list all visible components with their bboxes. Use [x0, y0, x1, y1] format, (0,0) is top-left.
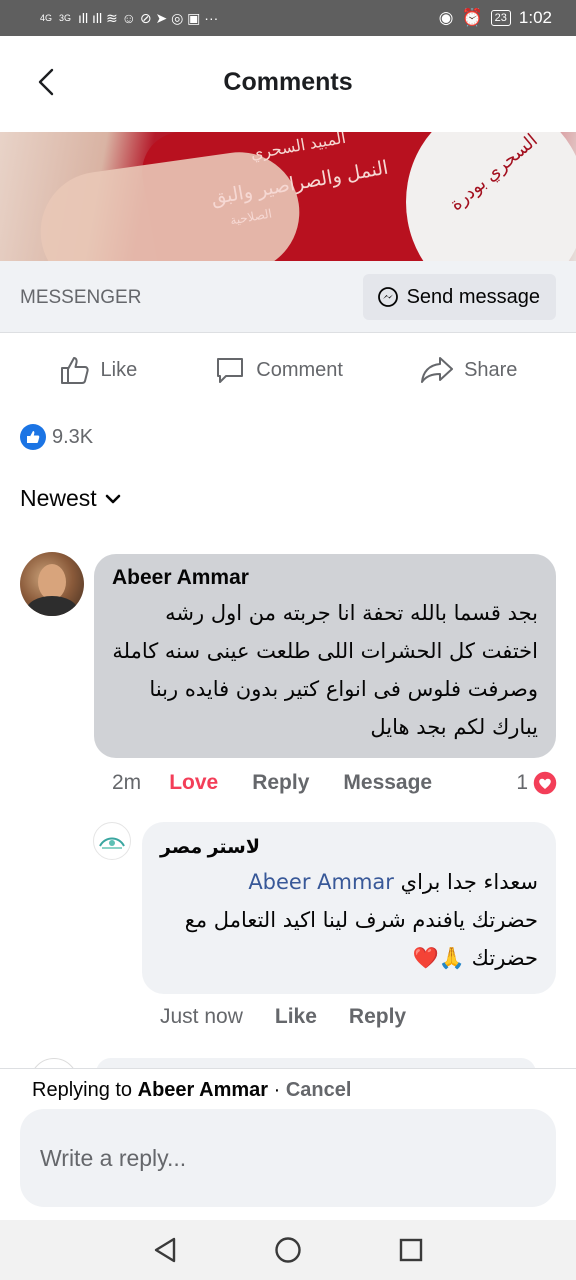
sort-label: Newest — [20, 485, 97, 511]
reply-composer: Replying to Abeer Ammar · Cancel — [0, 1068, 576, 1220]
messenger-row: MESSENGER Send message — [0, 261, 576, 333]
recents-square-icon[interactable] — [398, 1237, 424, 1263]
post-image[interactable]: المبيد السحري النمل والصراصير والبق الصل… — [0, 132, 576, 261]
eye-icon: ◉ — [438, 8, 454, 27]
alarm-icon: ⏰ — [461, 8, 483, 27]
replying-separator: · — [273, 1079, 281, 1101]
status-notification-icons: ıll ıll ≋ ☺ ⊘ ➤ ◎ ▣ ··· — [78, 9, 219, 26]
comment-meta: 2m Love Reply Message 1 — [112, 770, 558, 796]
reply-mention[interactable]: Abeer Ammar — [248, 870, 394, 894]
page-avatar[interactable] — [93, 822, 131, 860]
love-button[interactable]: Love — [169, 771, 218, 795]
reply-author[interactable]: لاستر مصر — [160, 836, 538, 859]
avatar-face — [38, 564, 66, 600]
comment-reaction-count[interactable]: 1 — [516, 770, 558, 796]
home-circle-icon[interactable] — [274, 1236, 302, 1264]
message-button[interactable]: Message — [343, 771, 432, 795]
share-icon — [421, 357, 454, 383]
reply-button[interactable]: Reply — [252, 771, 309, 795]
reply-time: Just now — [160, 1005, 243, 1028]
reply-meta: Just now Like Reply — [160, 1005, 406, 1029]
battery-icon: 23 — [490, 10, 511, 26]
clock-time: 1:02 — [518, 8, 552, 27]
status-right-icons: ◉ ⏰ 23 1:02 — [439, 8, 552, 28]
hand-shape — [32, 144, 308, 261]
reaction-summary[interactable]: 9.3K — [20, 424, 93, 450]
share-action-button[interactable]: Share — [420, 354, 517, 386]
thumbs-up-icon — [60, 357, 89, 384]
product-lid — [406, 132, 576, 261]
sort-dropdown[interactable]: Newest — [20, 485, 121, 512]
page-title: Comments — [223, 68, 353, 96]
reply-text-line1: سعداء جدا براي — [400, 870, 538, 894]
reply-input[interactable] — [20, 1109, 556, 1207]
reply-text-rest: حضرتك يافندم شرف لينا اكيد التعامل مع حض… — [184, 908, 538, 970]
send-message-button[interactable]: Send message — [362, 274, 556, 320]
reaction-count-value: 1 — [516, 771, 528, 794]
reply-emoji: 🙏❤️ — [412, 946, 465, 970]
reply-text: سعداء جدا براي Abeer Ammar حضرتك يافندم … — [160, 863, 538, 977]
comment-icon — [217, 358, 244, 383]
network-4g-label: 4G — [40, 13, 53, 23]
send-message-label: Send message — [406, 285, 540, 308]
cancel-reply-button[interactable]: Cancel — [286, 1079, 352, 1101]
system-nav-bar — [0, 1220, 576, 1280]
comment-bubble[interactable]: Abeer Ammar بجد قسما بالله تحفة انا جربت… — [94, 554, 556, 758]
replying-to-bar: Replying to Abeer Ammar · Cancel — [32, 1079, 351, 1102]
messenger-label: MESSENGER — [20, 287, 142, 308]
status-left-icons: 4G 3G ıll ıll ≋ ☺ ⊘ ➤ ◎ ▣ ··· — [40, 10, 218, 27]
header: Comments — [0, 36, 576, 132]
reply-reply-button[interactable]: Reply — [349, 1005, 406, 1029]
like-label: Like — [100, 358, 138, 381]
like-action-button[interactable]: Like — [59, 354, 138, 386]
share-label: Share — [464, 358, 518, 381]
heart-reaction-icon — [532, 770, 558, 796]
comment-label: Comment — [256, 358, 343, 381]
comment-author[interactable]: Abeer Ammar — [112, 566, 538, 590]
status-bar: 4G 3G ıll ıll ≋ ☺ ⊘ ➤ ◎ ▣ ··· ◉ ⏰ 23 1:0… — [0, 0, 576, 36]
post-action-bar: Like Comment Share — [0, 334, 576, 406]
page-logo-icon — [99, 837, 125, 849]
network-3g-label: 3G — [59, 13, 72, 23]
comment-action-button[interactable]: Comment — [214, 354, 343, 386]
reply-like-button[interactable]: Like — [275, 1005, 317, 1029]
comment-text: بجد قسما بالله تحفة انا جربته من اول رشه… — [112, 601, 538, 739]
like-reaction-icon — [20, 424, 46, 450]
comment-time: 2m — [112, 771, 142, 794]
avatar[interactable] — [20, 552, 84, 616]
avatar-shirt — [26, 596, 78, 616]
replying-prefix: Replying to — [32, 1079, 133, 1101]
chevron-down-icon — [105, 494, 121, 503]
replying-name: Abeer Ammar — [137, 1079, 269, 1101]
reaction-count: 9.3K — [52, 425, 94, 448]
back-triangle-icon[interactable] — [152, 1236, 178, 1264]
messenger-icon — [377, 287, 398, 307]
reply-bubble[interactable]: لاستر مصر سعداء جدا براي Abeer Ammar حضر… — [142, 822, 556, 994]
